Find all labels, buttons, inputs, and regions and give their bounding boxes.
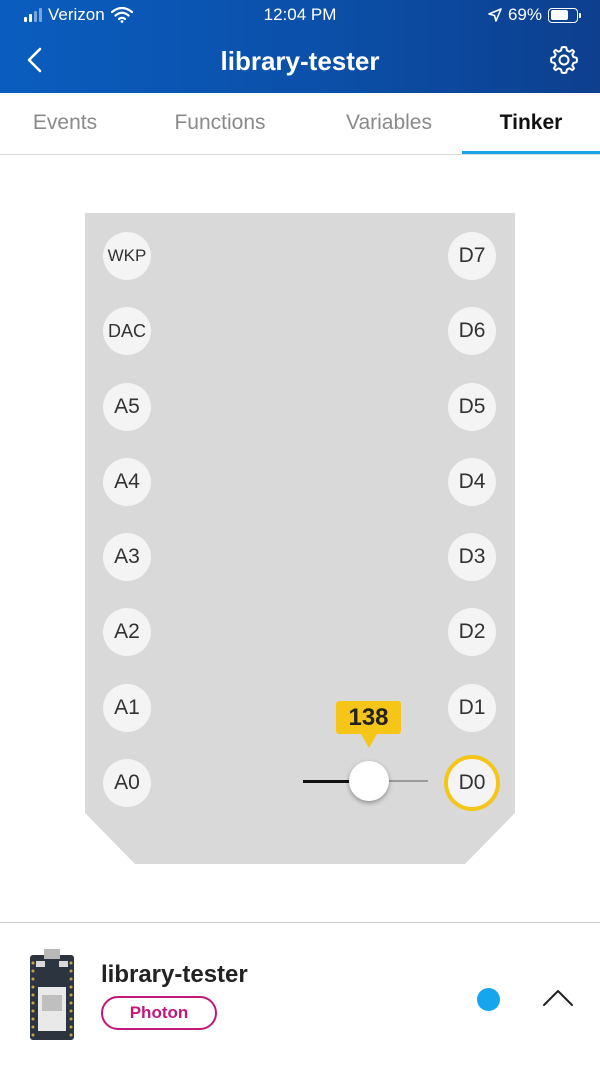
pin-d5[interactable]: D5 <box>448 383 496 431</box>
pin-d4[interactable]: D4 <box>448 458 496 506</box>
slider-thumb[interactable] <box>349 761 389 801</box>
tab-events[interactable]: Events <box>0 93 130 155</box>
page-title: library-tester <box>220 46 380 76</box>
photon-device-icon <box>30 949 74 1040</box>
chevron-up-icon[interactable] <box>541 987 575 1009</box>
status-bar: Verizon 12:04 PM 69% <box>0 0 600 30</box>
pin-d3[interactable]: D3 <box>448 533 496 581</box>
pin-d6[interactable]: D6 <box>448 307 496 355</box>
pin-a2[interactable]: A2 <box>103 608 151 656</box>
online-status-dot <box>477 988 500 1011</box>
app-header: Verizon 12:04 PM 69% library-tester <box>0 0 600 93</box>
tab-tinker[interactable]: Tinker <box>462 93 600 155</box>
nav-row: library-tester <box>0 38 600 83</box>
pin-a4[interactable]: A4 <box>103 458 151 506</box>
device-type-badge: Photon <box>101 996 217 1030</box>
gear-icon[interactable] <box>548 44 580 76</box>
tab-bar: Events Functions Variables Tinker <box>0 93 600 155</box>
active-tab-indicator <box>462 151 600 154</box>
device-name: library-tester <box>101 961 248 988</box>
battery-icon <box>548 7 581 23</box>
tab-functions[interactable]: Functions <box>148 93 292 155</box>
pin-a5[interactable]: A5 <box>103 383 151 431</box>
pin-wkp[interactable]: WKP <box>103 232 151 280</box>
location-arrow-icon <box>488 8 502 22</box>
pin-d0[interactable]: D0 <box>444 755 500 811</box>
pin-d7[interactable]: D7 <box>448 232 496 280</box>
pin-dac[interactable]: DAC <box>103 307 151 355</box>
pin-a1[interactable]: A1 <box>103 684 151 732</box>
pin-d1[interactable]: D1 <box>448 684 496 732</box>
device-footer[interactable]: library-tester Photon <box>0 922 600 1067</box>
battery-percent: 69% <box>507 5 542 24</box>
tab-variables[interactable]: Variables <box>318 93 460 155</box>
pin-d2[interactable]: D2 <box>448 608 496 656</box>
status-right: 69% <box>488 5 581 25</box>
pin-a3[interactable]: A3 <box>103 533 151 581</box>
slider-value-tooltip: 138 <box>336 701 401 748</box>
pin-a0[interactable]: A0 <box>103 759 151 807</box>
